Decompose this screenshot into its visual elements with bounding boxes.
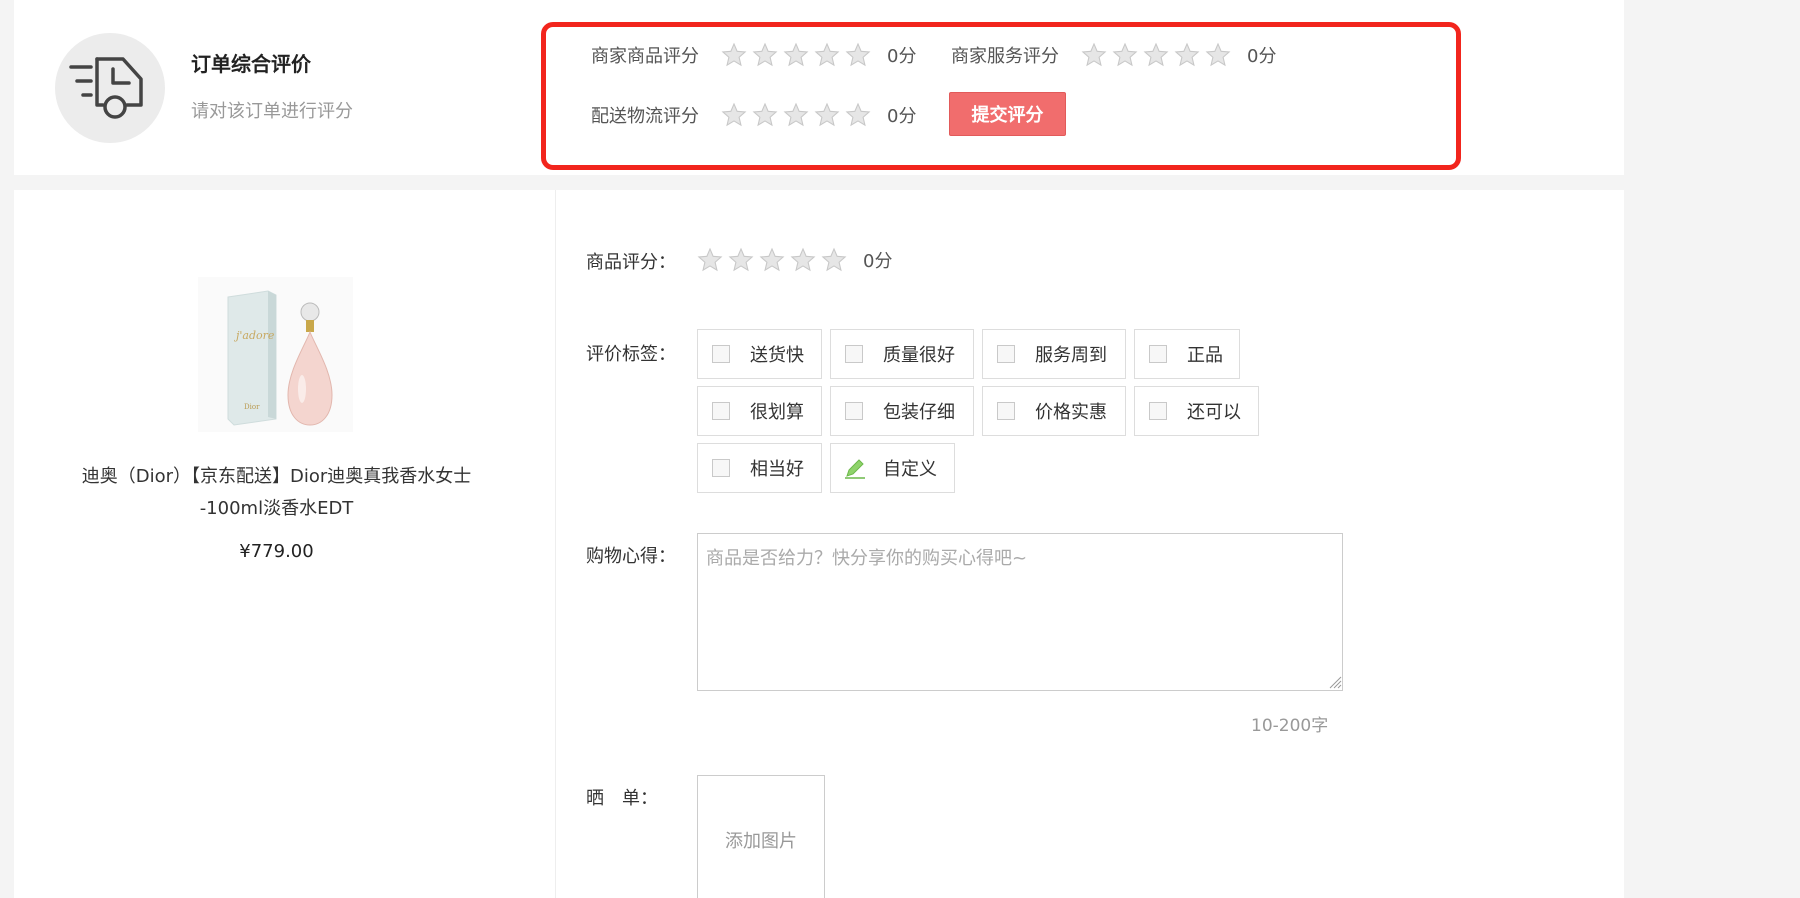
tag-checkbox[interactable] bbox=[997, 345, 1015, 363]
tag-item[interactable]: 包装仔细 bbox=[830, 386, 974, 436]
tag-label: 质量很好 bbox=[883, 345, 955, 366]
product-rating-score: 0分 bbox=[863, 251, 893, 272]
star-icon[interactable] bbox=[821, 247, 847, 273]
star-icon[interactable] bbox=[783, 102, 809, 128]
resize-grip-icon[interactable] bbox=[1326, 673, 1342, 689]
tags-label: 评价标签： bbox=[586, 344, 676, 365]
tag-label: 包装仔细 bbox=[883, 402, 955, 423]
review-textarea[interactable] bbox=[697, 533, 1343, 691]
tag-checkbox[interactable] bbox=[997, 402, 1015, 420]
tag-item[interactable]: 价格实惠 bbox=[982, 386, 1126, 436]
tag-item[interactable]: 还可以 bbox=[1134, 386, 1259, 436]
star-icon[interactable] bbox=[1174, 42, 1200, 68]
star-icon[interactable] bbox=[1081, 42, 1107, 68]
logistics-rating-stars[interactable] bbox=[721, 102, 871, 128]
tag-checkbox[interactable] bbox=[712, 402, 730, 420]
product-price: ¥779.00 bbox=[239, 541, 314, 562]
goods-rating-row: 商家商品评分 0分 bbox=[591, 42, 916, 68]
star-icon[interactable] bbox=[845, 102, 871, 128]
tag-item[interactable]: 很划算 bbox=[697, 386, 822, 436]
star-icon[interactable] bbox=[721, 102, 747, 128]
add-image-button[interactable]: 添加图片 bbox=[697, 775, 825, 898]
star-icon[interactable] bbox=[752, 102, 778, 128]
product-rating-row: 0分 bbox=[697, 247, 892, 273]
photos-label: 晒 单： bbox=[586, 788, 658, 809]
star-icon[interactable] bbox=[790, 247, 816, 273]
star-icon[interactable] bbox=[814, 102, 840, 128]
tag-checkbox[interactable] bbox=[1149, 402, 1167, 420]
service-rating-row: 商家服务评分 0分 bbox=[951, 42, 1276, 68]
add-image-label: 添加图片 bbox=[725, 831, 797, 852]
service-rating-score: 0分 bbox=[1247, 46, 1277, 67]
tag-checkbox[interactable] bbox=[845, 402, 863, 420]
logistics-rating-row: 配送物流评分 0分 bbox=[591, 102, 916, 128]
submit-rating-button[interactable]: 提交评分 bbox=[949, 92, 1066, 136]
order-subtitle: 请对该订单进行评分 bbox=[191, 101, 353, 122]
goods-rating-stars[interactable] bbox=[721, 42, 871, 68]
tag-checkbox[interactable] bbox=[1149, 345, 1167, 363]
svg-text:Dior: Dior bbox=[244, 403, 260, 411]
tag-label: 很划算 bbox=[750, 402, 804, 423]
star-icon[interactable] bbox=[697, 247, 723, 273]
star-icon[interactable] bbox=[783, 42, 809, 68]
svg-text:j'adore: j'adore bbox=[233, 329, 275, 342]
tag-item[interactable]: 质量很好 bbox=[830, 329, 974, 379]
delivery-truck-icon bbox=[69, 57, 143, 119]
product-name: 迪奥（Dior）【京东配送】Dior迪奥真我香水女士 -100ml淡香水EDT bbox=[81, 466, 472, 519]
service-rating-stars[interactable] bbox=[1081, 42, 1231, 68]
tag-checkbox[interactable] bbox=[845, 345, 863, 363]
custom-tag-label: 自定义 bbox=[883, 459, 937, 480]
logistics-rating-label: 配送物流评分 bbox=[591, 106, 699, 127]
tag-item[interactable]: 相当好 bbox=[697, 443, 822, 493]
tag-item[interactable]: 送货快 bbox=[697, 329, 822, 379]
star-icon[interactable] bbox=[752, 42, 778, 68]
tag-item[interactable]: 正品 bbox=[1134, 329, 1240, 379]
star-icon[interactable] bbox=[721, 42, 747, 68]
goods-rating-score: 0分 bbox=[887, 46, 917, 67]
goods-rating-label: 商家商品评分 bbox=[591, 46, 699, 67]
pencil-icon bbox=[845, 459, 865, 479]
star-icon[interactable] bbox=[1205, 42, 1231, 68]
logistics-rating-score: 0分 bbox=[887, 106, 917, 127]
tag-label: 相当好 bbox=[750, 459, 804, 480]
service-rating-label: 商家服务评分 bbox=[951, 46, 1059, 67]
tag-item[interactable]: 服务周到 bbox=[982, 329, 1126, 379]
order-title: 订单综合评价 bbox=[191, 52, 311, 76]
star-icon[interactable] bbox=[814, 42, 840, 68]
custom-tag-button[interactable]: 自定义 bbox=[830, 443, 955, 493]
tag-label: 正品 bbox=[1187, 345, 1223, 366]
tag-checkbox[interactable] bbox=[712, 459, 730, 477]
star-icon[interactable] bbox=[728, 247, 754, 273]
review-label: 购物心得： bbox=[586, 546, 676, 567]
tag-label: 服务周到 bbox=[1035, 345, 1107, 366]
tag-checkbox[interactable] bbox=[712, 345, 730, 363]
star-icon[interactable] bbox=[845, 42, 871, 68]
perfume-bottle-icon: j'adore Dior bbox=[198, 277, 353, 432]
star-icon[interactable] bbox=[759, 247, 785, 273]
order-avatar bbox=[55, 33, 165, 143]
column-divider bbox=[555, 190, 556, 898]
product-rating-stars[interactable] bbox=[697, 247, 847, 273]
char-count-hint: 10-200字 bbox=[1251, 716, 1329, 736]
tag-label: 价格实惠 bbox=[1035, 402, 1107, 423]
tag-label: 送货快 bbox=[750, 345, 804, 366]
star-icon[interactable] bbox=[1112, 42, 1138, 68]
star-icon[interactable] bbox=[1143, 42, 1169, 68]
product-rating-label: 商品评分： bbox=[586, 252, 676, 273]
tag-label: 还可以 bbox=[1187, 402, 1241, 423]
